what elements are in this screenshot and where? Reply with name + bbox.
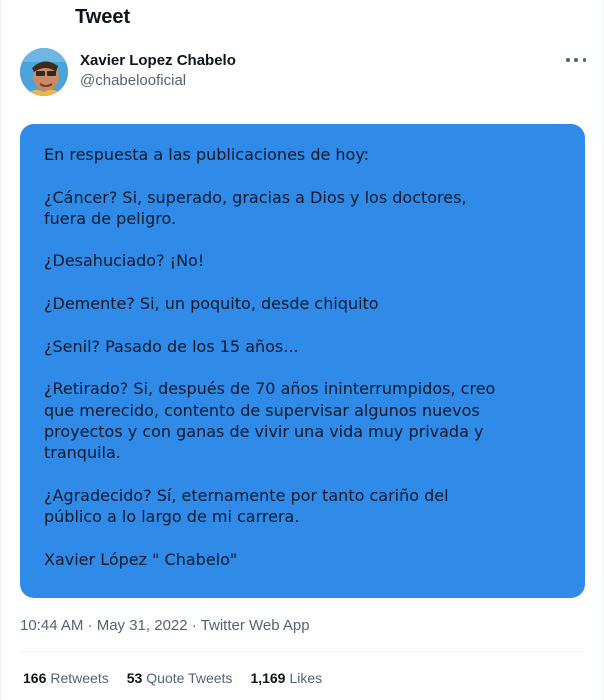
more-options-icon[interactable] [566,52,586,68]
page-title: Tweet [75,6,131,28]
card-paragraph: ¿Desahuciado? ¡No! [44,251,205,271]
frame-border-left [0,0,1,700]
quotes-label: Quote Tweets [146,670,233,686]
dot [566,58,570,62]
retweets-label: Retweets [50,670,109,686]
author-handle[interactable]: @chabelooficial [80,72,186,89]
divider [20,651,584,652]
quotes-count: 53 [126,670,143,686]
author-name[interactable]: Xavier Lopez Chabelo [80,52,236,69]
likes-count: 1,169 [250,670,286,686]
card-text: En respuesta a las publicaciones de hoy:… [44,144,574,570]
card-paragraph: ¿Retirado? Si, después de 70 años ininte… [44,379,496,463]
dot [582,58,586,62]
engagement-stats: 166 Retweets 53 Quote Tweets 1,169 Likes [23,670,340,686]
likes-label: Likes [289,670,323,686]
dot [574,58,578,62]
card-paragraph: ¿Senil? Pasado de los 15 años... [44,336,299,356]
card-paragraph: En respuesta a las publicaciones de hoy: [44,145,370,164]
retweets-stat[interactable]: 166 Retweets [23,670,109,686]
avatar[interactable] [20,48,68,96]
likes-stat[interactable]: 1,169 Likes [250,670,322,686]
avatar-image [20,48,68,96]
card-paragraph: ¿Demente? Si, un poquito, desde chiquito [44,294,379,314]
card-signature: Xavier López " Chabelo" [44,549,238,569]
card-paragraph: ¿Cáncer? Si, superado, gracias a Dios y … [44,187,467,228]
retweets-count: 166 [23,670,47,686]
card-paragraph: ¿Agradecido? Sí, eternamente por tanto c… [44,485,449,527]
tweet-timestamp[interactable]: 10:44 AM · May 31, 2022 · Twitter Web Ap… [20,617,310,634]
quote-tweets-stat[interactable]: 53 Quote Tweets [127,670,233,686]
tweet-image-card[interactable]: En respuesta a las publicaciones de hoy:… [20,124,585,598]
